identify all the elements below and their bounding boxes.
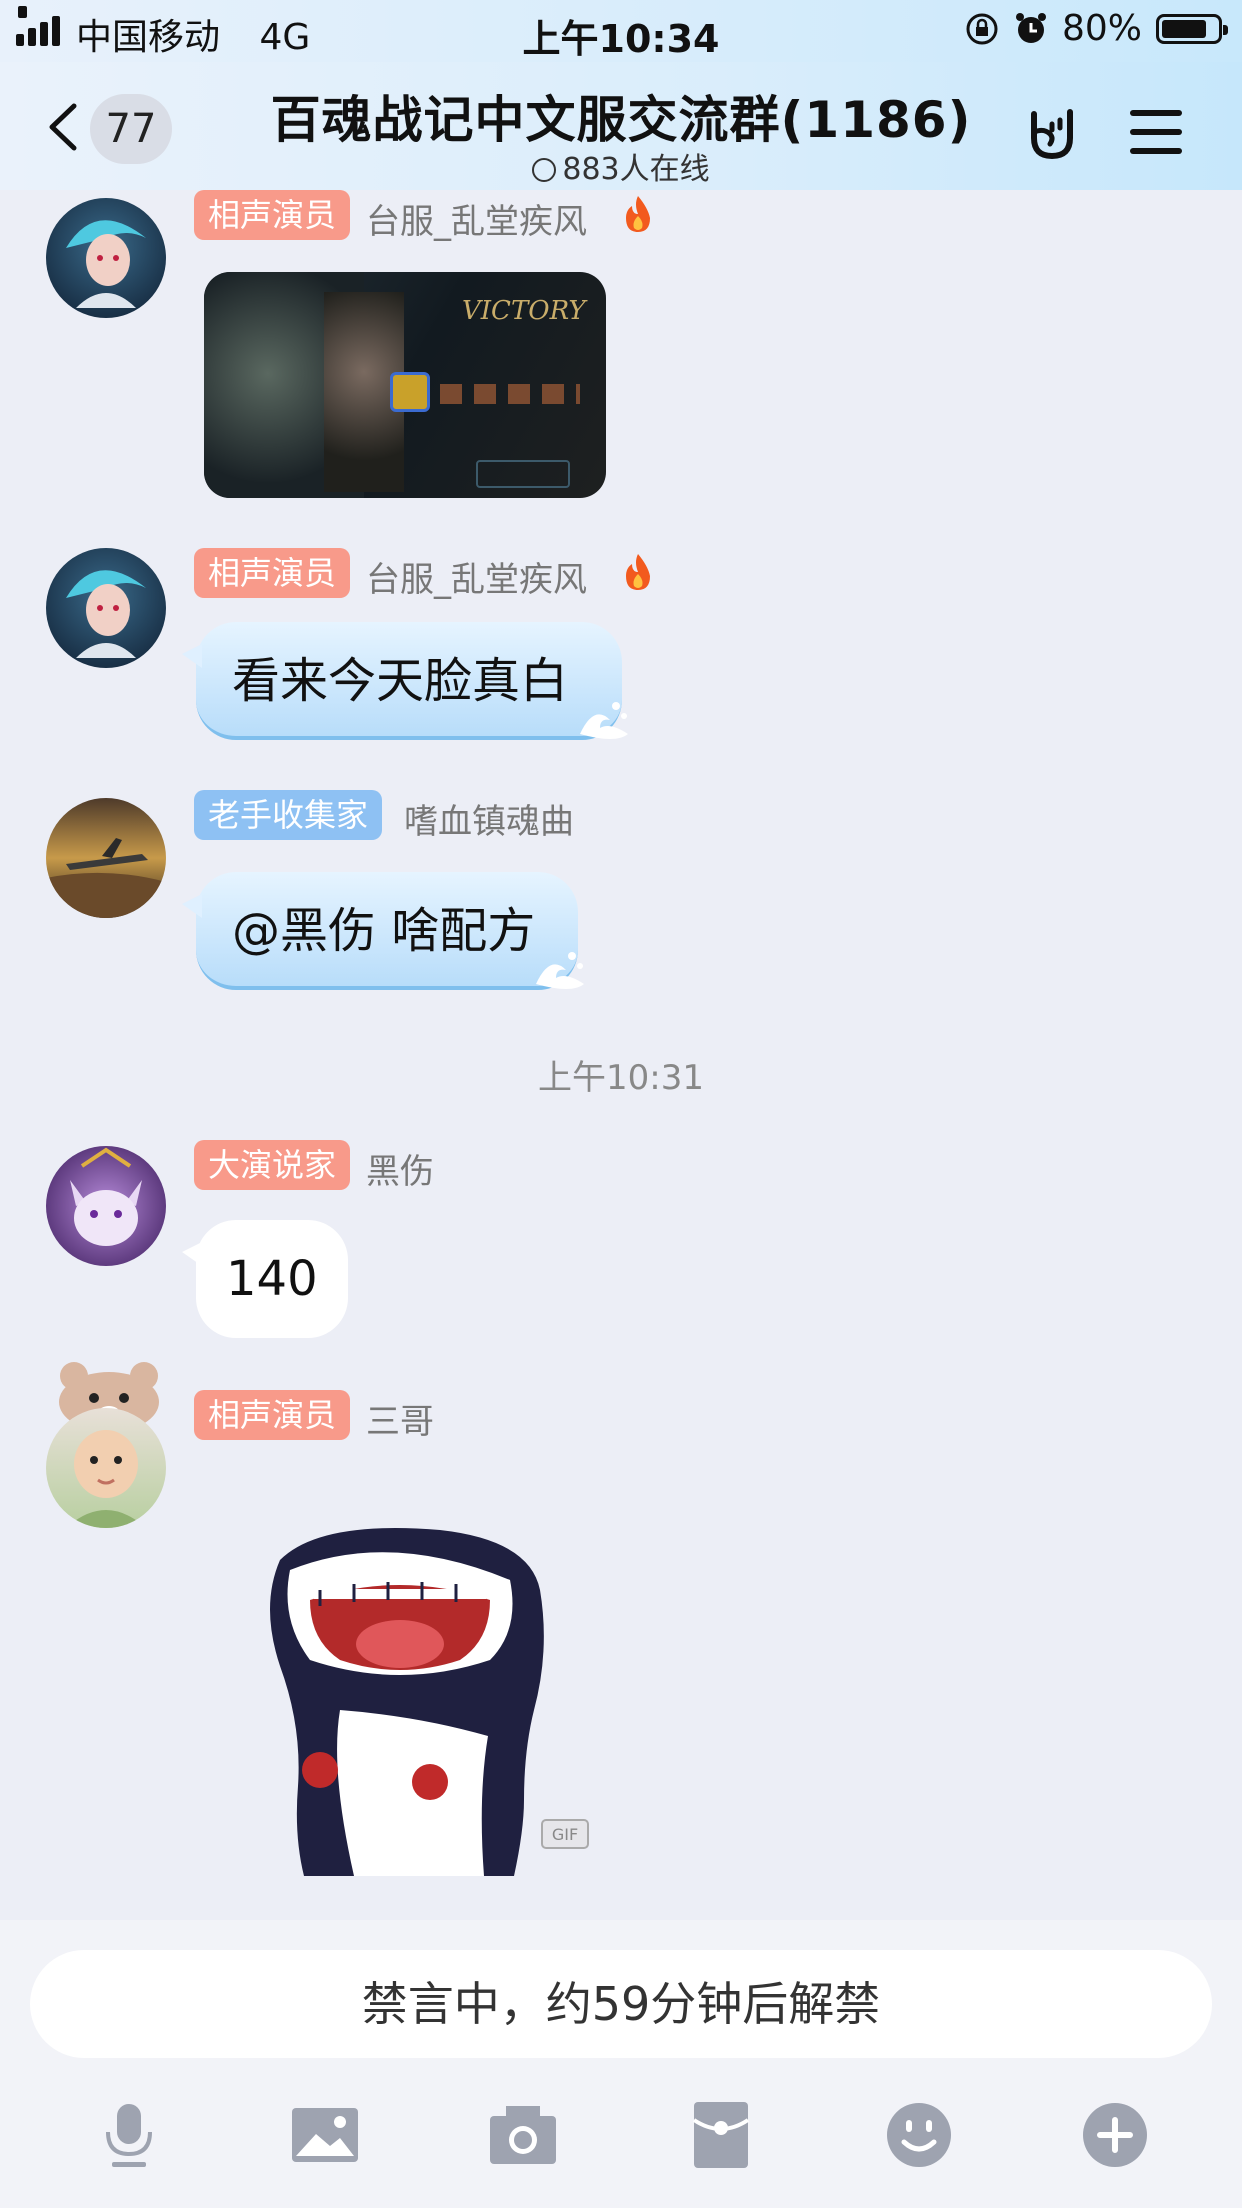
chat-header: 77 百魂战记中文服交流群(1186) 883人在线 bbox=[0, 62, 1242, 190]
chat-timestamp: 上午10:31 bbox=[538, 1058, 704, 1098]
member-title-tag: 大演说家 bbox=[194, 1140, 351, 1190]
red-packet-icon[interactable] bbox=[686, 2100, 756, 2170]
muted-notice: 禁言中，约59分钟后解禁 bbox=[30, 1950, 1212, 2058]
status-bar: 中国移动 4G 上午10:34 80% bbox=[0, 0, 1242, 62]
alarm-icon bbox=[1015, 12, 1046, 43]
message-item: 相声演员 台服_乱堂疾风 VICTORY bbox=[0, 190, 1242, 510]
message-text: 看来今天脸真白 bbox=[232, 653, 569, 709]
laughing-sticker[interactable]: GIF bbox=[250, 1520, 590, 1876]
victory-banner-text: VICTORY bbox=[462, 296, 586, 326]
member-title-tag: 老手收集家 bbox=[194, 790, 383, 840]
message-bubble[interactable]: @黑伤 啥配方 bbox=[182, 872, 584, 990]
message-image[interactable]: VICTORY bbox=[204, 272, 606, 498]
message-item: 大演说家 黑伤 140 bbox=[0, 1140, 1242, 1360]
avatar[interactable] bbox=[46, 798, 166, 918]
message-text: @黑伤 啥配方 bbox=[232, 903, 536, 959]
rock-hand-icon[interactable] bbox=[1020, 102, 1084, 166]
message-bubble[interactable]: 看来今天脸真白 bbox=[182, 622, 628, 740]
fire-icon bbox=[626, 554, 650, 590]
wave-decoration-icon bbox=[536, 952, 584, 989]
rotation-lock-icon bbox=[966, 13, 998, 44]
input-area: 禁言中，约59分钟后解禁 bbox=[0, 1920, 1242, 2208]
message-text: 140 bbox=[226, 1251, 318, 1307]
fire-icon bbox=[626, 196, 650, 232]
chevron-circle-icon bbox=[532, 158, 557, 182]
avatar[interactable] bbox=[46, 198, 166, 318]
sender-name[interactable]: 三哥 bbox=[366, 1394, 434, 1443]
avatar[interactable] bbox=[46, 548, 166, 668]
sender-name[interactable]: 台服_乱堂疾风 bbox=[366, 552, 587, 601]
gif-badge: GIF bbox=[552, 1825, 578, 1844]
camera-icon[interactable] bbox=[488, 2100, 558, 2170]
battery-icon bbox=[1156, 13, 1228, 44]
member-title-tag: 相声演员 bbox=[194, 1390, 351, 1440]
emoji-icon[interactable] bbox=[884, 2100, 954, 2170]
sender-name[interactable]: 台服_乱堂疾风 bbox=[366, 194, 587, 243]
message-item: 老手收集家 嗜血镇魂曲 @黑伤 啥配方 bbox=[0, 790, 1242, 1010]
avatar[interactable] bbox=[46, 1146, 166, 1266]
sender-name[interactable]: 嗜血镇魂曲 bbox=[404, 794, 574, 843]
message-item: 相声演员 三哥 GIF bbox=[0, 1354, 1242, 1884]
member-title-tag: 相声演员 bbox=[194, 548, 351, 598]
sender-name[interactable]: 黑伤 bbox=[366, 1144, 434, 1193]
microphone-icon[interactable] bbox=[94, 2100, 164, 2170]
plus-icon[interactable] bbox=[1080, 2100, 1150, 2170]
image-icon[interactable] bbox=[290, 2100, 360, 2170]
avatar[interactable] bbox=[46, 1408, 166, 1528]
wave-decoration-icon bbox=[580, 702, 628, 739]
battery-percent: 80% bbox=[1061, 8, 1142, 49]
message-bubble[interactable]: 140 bbox=[182, 1220, 348, 1338]
menu-icon[interactable] bbox=[1130, 110, 1182, 154]
member-title-tag: 相声演员 bbox=[194, 190, 351, 240]
message-item: 相声演员 台服_乱堂疾风 看来今天脸真白 bbox=[0, 540, 1242, 760]
